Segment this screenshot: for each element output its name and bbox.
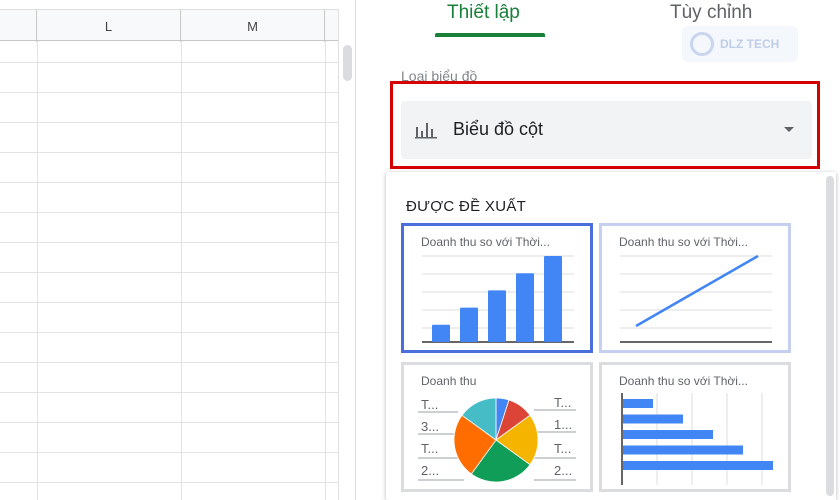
dropdown-scrollbar[interactable] bbox=[822, 172, 836, 500]
grid-row-line bbox=[0, 92, 338, 93]
pie-label: T... bbox=[554, 395, 572, 410]
pie-label: 2... bbox=[421, 463, 440, 478]
grid-row-line bbox=[0, 392, 338, 393]
active-tab-indicator bbox=[435, 33, 545, 37]
watermark-mark-icon bbox=[690, 32, 714, 56]
chart-type-dropdown: ĐƯỢC ĐỀ XUẤT Doanh thu so với Thời... Do… bbox=[386, 172, 836, 500]
pie-label: 1... bbox=[554, 417, 573, 432]
sheet-scrollbar-thumb[interactable] bbox=[343, 45, 352, 81]
series-line bbox=[635, 254, 759, 328]
column-chart-thumbnail bbox=[422, 255, 574, 343]
pie-label: T... bbox=[421, 397, 439, 412]
sheet-scrollbar[interactable] bbox=[338, 9, 356, 500]
cell-grid[interactable] bbox=[0, 41, 338, 500]
bar-chart-thumbnail bbox=[621, 393, 773, 485]
grid-row-line bbox=[0, 332, 338, 333]
grid-row-line bbox=[0, 422, 338, 423]
grid-row-line bbox=[0, 152, 338, 153]
horizontal-bar bbox=[623, 461, 773, 470]
suggested-section-title: ĐƯỢC ĐỀ XUẤT bbox=[406, 198, 527, 215]
pie-label: T... bbox=[421, 441, 439, 456]
column-header-l[interactable]: L bbox=[37, 10, 181, 42]
watermark-logo: DLZ TECH bbox=[682, 26, 798, 62]
suggestion-pie-chart[interactable]: Doanh thu T... 3... T... 2... T... 1... … bbox=[401, 362, 593, 492]
horizontal-bar bbox=[623, 399, 653, 408]
column-bar bbox=[516, 273, 534, 342]
pie-label: 3... bbox=[421, 419, 440, 434]
pie-label: T... bbox=[554, 441, 572, 456]
grid-row-line bbox=[0, 122, 338, 123]
grid-row-line bbox=[0, 242, 338, 243]
column-bar bbox=[544, 256, 562, 342]
line-chart-thumbnail bbox=[620, 254, 772, 343]
horizontal-bar bbox=[623, 414, 683, 424]
grid-row-line bbox=[0, 362, 338, 363]
grid-column-line bbox=[37, 41, 38, 500]
pie-label: 2... bbox=[554, 463, 573, 478]
column-bar bbox=[488, 290, 506, 342]
watermark-text: DLZ TECH bbox=[720, 37, 780, 51]
suggestion-line-chart[interactable]: Doanh thu so với Thời... bbox=[599, 223, 791, 353]
grid-row-line bbox=[0, 452, 338, 453]
column-bar bbox=[432, 324, 450, 342]
tab-customize[interactable]: Tùy chỉnh bbox=[670, 2, 752, 24]
tab-setup[interactable]: Thiết lập bbox=[447, 2, 520, 24]
grid-row-line bbox=[0, 302, 338, 303]
grid-column-line bbox=[325, 41, 326, 500]
column-header-m[interactable]: M bbox=[181, 10, 325, 42]
grid-column-line bbox=[181, 41, 182, 500]
grid-row-line bbox=[0, 182, 338, 183]
horizontal-bar bbox=[623, 430, 713, 439]
grid-row-line bbox=[0, 62, 338, 63]
spreadsheet-area: L M bbox=[0, 0, 356, 500]
column-bar bbox=[460, 307, 478, 342]
horizontal-bar bbox=[623, 445, 743, 455]
column-header-row: L M bbox=[0, 9, 338, 42]
grid-row-line bbox=[0, 482, 338, 483]
highlight-annotation-box bbox=[390, 81, 820, 169]
grid-row-line bbox=[0, 212, 338, 213]
dropdown-scrollbar-thumb[interactable] bbox=[826, 176, 834, 496]
grid-row-line bbox=[0, 272, 338, 273]
chart-editor-panel: Thiết lập Tùy chỉnh DLZ TECH Loại biểu đ… bbox=[356, 0, 840, 500]
suggestion-bar-chart[interactable]: Doanh thu so với Thời... bbox=[599, 362, 791, 492]
column-header-prev[interactable] bbox=[0, 10, 37, 42]
suggestion-column-chart[interactable]: Doanh thu so với Thời... bbox=[401, 223, 593, 353]
